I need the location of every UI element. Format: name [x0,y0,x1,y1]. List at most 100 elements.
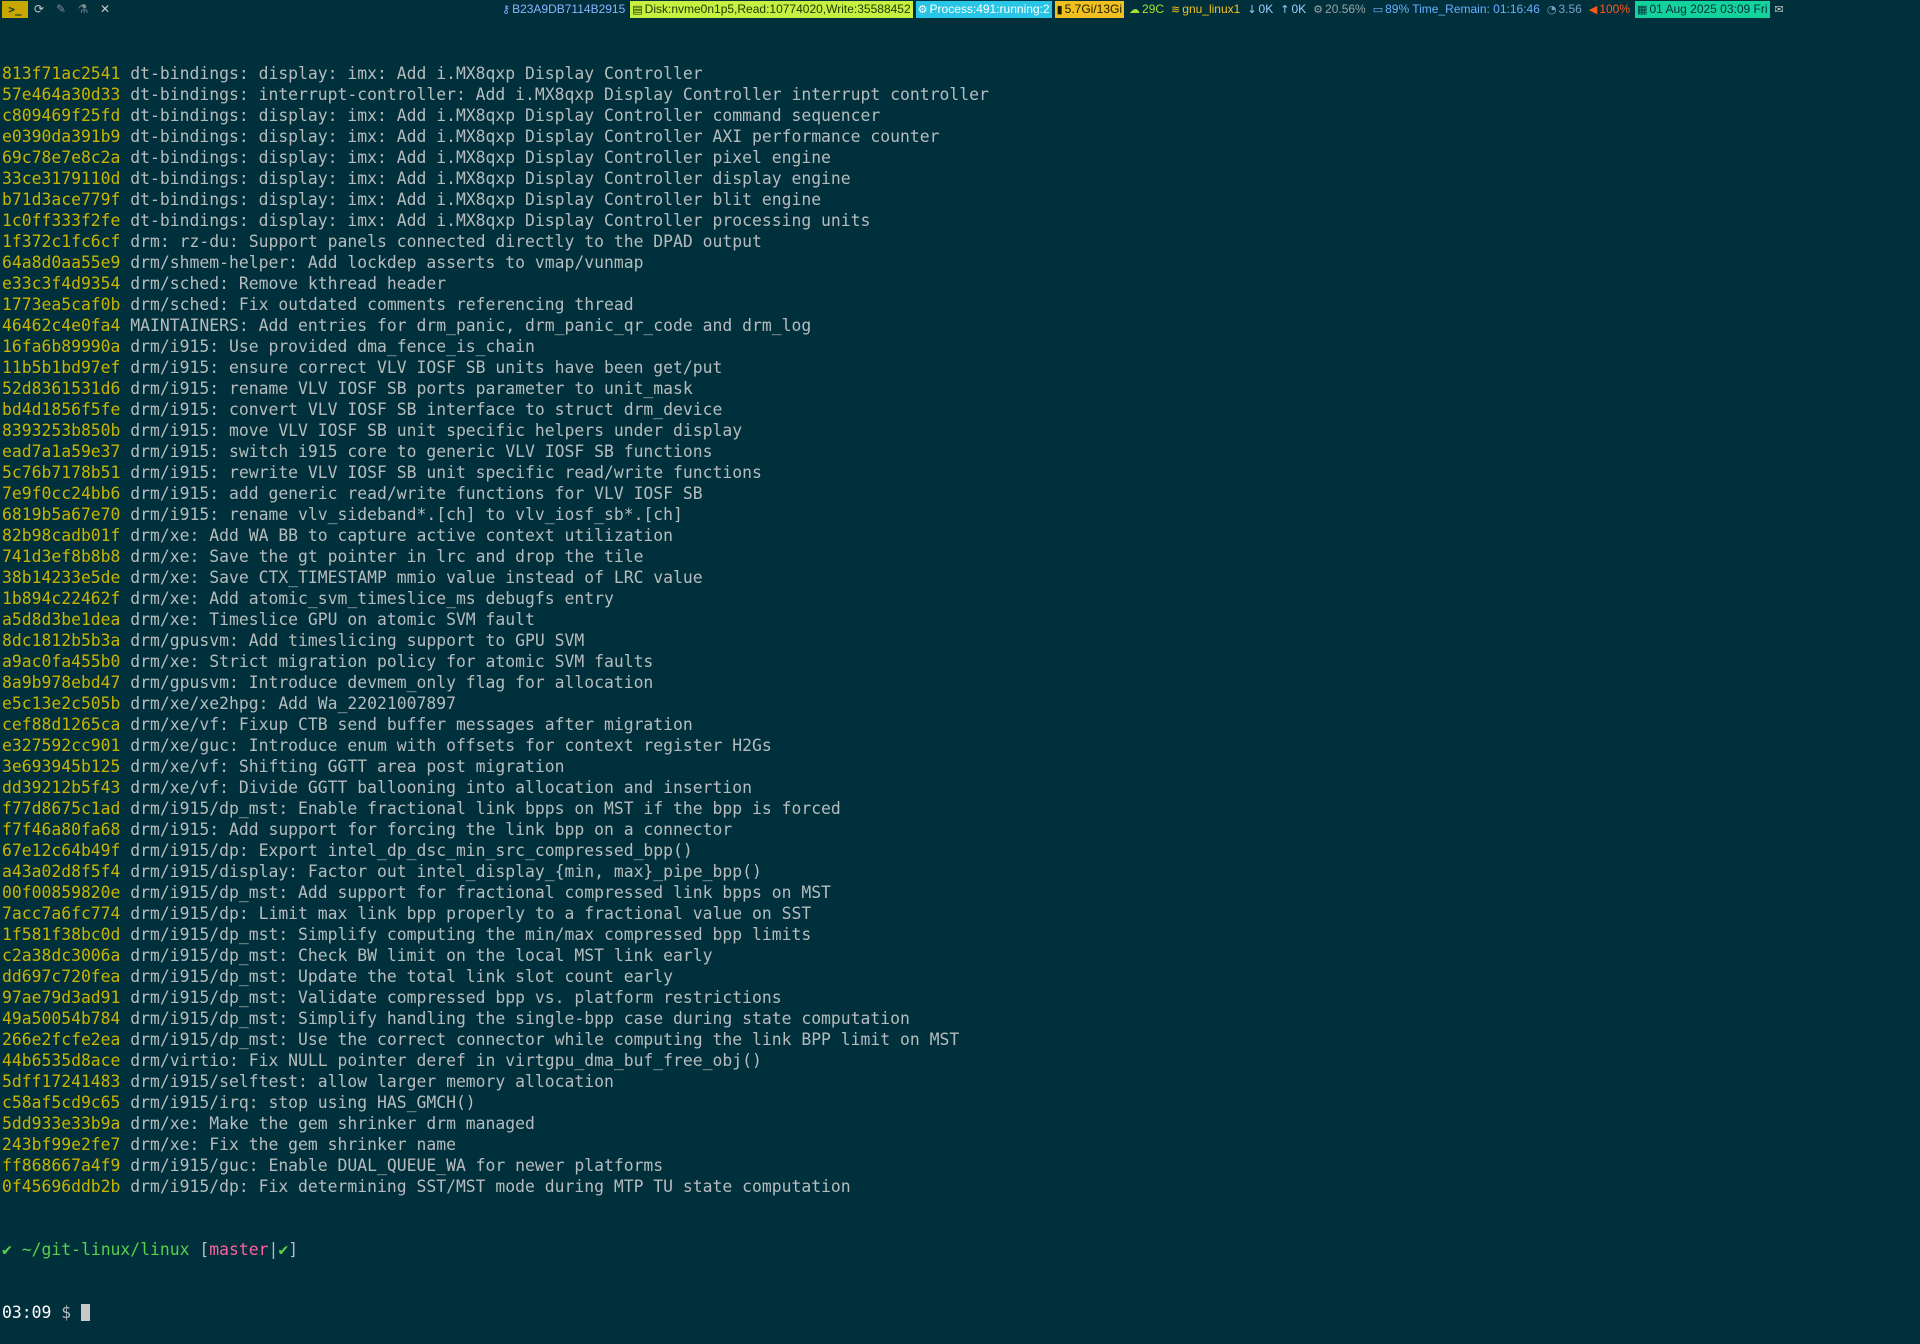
commit-hash: 33ce3179110d [2,169,121,188]
commit-hash: e327592cc901 [2,736,121,755]
commit-hash: 16fa6b89990a [2,337,121,356]
git-status-mark: ✔ [278,1240,289,1259]
commit-line: 44b6535d8ace drm/virtio: Fix NULL pointe… [2,1050,1918,1071]
commit-line: dd39212b5f43 drm/xe/vf: Divide GGTT ball… [2,777,1918,798]
commit-message: drm/xe: Add atomic_svm_timeslice_ms debu… [130,589,614,608]
disk-icon: ▤ [632,3,643,16]
commit-line: 6819b5a67e70 drm/i915: rename vlv_sideba… [2,504,1918,525]
network-widget[interactable]: ≋ gnu_linux1 [1169,1,1242,18]
commit-line: 1b894c22462f drm/xe: Add atomic_svm_time… [2,588,1918,609]
commit-hash: bd4d1856f5fe [2,400,121,419]
commit-message: drm/i915/guc: Enable DUAL_QUEUE_WA for n… [130,1156,664,1175]
datetime-widget[interactable]: ▦ 01 Aug 2025 03:09 Fri [1635,1,1770,18]
battery-widget[interactable]: ▭ 89% Time_Remain: 01:16:46 [1371,1,1542,18]
commit-line: c2a38dc3006a drm/i915/dp_mst: Check BW l… [2,945,1918,966]
prompt-info-line: ✔ ~/git-linux/linux [master|✔] [2,1239,1918,1260]
text-cursor[interactable] [80,1304,90,1321]
branch-separator: | [268,1240,279,1259]
mail-widget[interactable]: ✉ [1773,1,1788,18]
commit-line: e0390da391b9 dt-bindings: display: imx: … [2,126,1918,147]
terminal-output[interactable]: 813f71ac2541 dt-bindings: display: imx: … [2,21,1918,1344]
commit-line: cef88d1265ca drm/xe/vf: Fixup CTB send b… [2,714,1918,735]
refresh-icon[interactable]: ⟳ [28,0,50,19]
upload-label: 0K [1291,2,1307,16]
memory-label: 5.7Gi/13Gi [1064,2,1123,16]
commit-message: drm/i915: move VLV IOSF SB unit specific… [130,421,743,440]
prompt-input-line[interactable]: 03:09 $ [2,1302,1918,1323]
datetime-label: 01 Aug 2025 03:09 Fri [1649,2,1768,16]
commit-message: dt-bindings: display: imx: Add i.MX8qxp … [130,211,871,230]
commit-line: 5dd933e33b9a drm/xe: Make the gem shrink… [2,1113,1918,1134]
gpg-key-widget[interactable]: ⚷ B23A9DB7114B2915 [500,1,627,18]
commit-message: drm/i915/selftest: allow larger memory a… [130,1072,614,1091]
process-label: Process:491:running:2 [929,2,1050,16]
commit-hash: 1f372c1fc6cf [2,232,121,251]
commit-message: drm/xe/guc: Introduce enum with offsets … [130,736,772,755]
calendar-icon: ▦ [1637,3,1648,16]
commit-hash: 52d8361531d6 [2,379,121,398]
commit-line: 741d3ef8b8b8 drm/xe: Save the gt pointer… [2,546,1918,567]
disk-widget[interactable]: ▤ Disk:nvme0n1p5,Read:10774020,Write:3558… [630,1,913,18]
commit-hash: c809469f25fd [2,106,121,125]
commit-hash: dd39212b5f43 [2,778,121,797]
commit-message: drm/gpusvm: Introduce devmem_only flag f… [130,673,654,692]
speaker-icon: ◀ [1588,3,1598,16]
commit-line: e5c13e2c505b drm/xe/xe2hpg: Add Wa_22021… [2,693,1918,714]
commit-message: drm/xe/vf: Shifting GGTT area post migra… [130,757,565,776]
commit-message: drm/i915/dp_mst: Simplify handling the s… [130,1009,910,1028]
commit-line: 1f581f38bc0d drm/i915/dp_mst: Simplify c… [2,924,1918,945]
commit-message: drm: rz-du: Support panels connected dir… [130,232,762,251]
tools-icon[interactable]: ✕ [94,0,116,19]
commit-message: drm/i915: ensure correct VLV IOSF SB uni… [130,358,723,377]
flask-icon[interactable]: ⚗ [72,0,94,19]
commit-hash: 97ae79d3ad91 [2,988,121,1007]
commit-line: f7f46a80fa68 drm/i915: Add support for f… [2,819,1918,840]
commit-hash: 46462c4e0fa4 [2,316,121,335]
commit-message: drm/i915: add generic read/write functio… [130,484,703,503]
status-bar: >_ ⟳ ✎ ⚗ ✕ ⚷ B23A9DB7114B2915 ▤ Disk:nvme0… [0,0,1920,19]
download-widget[interactable]: ↓ 0K [1245,1,1275,18]
commit-line: 33ce3179110d dt-bindings: display: imx: … [2,168,1918,189]
gpg-key-label: B23A9DB7114B2915 [512,2,626,16]
prompt-check-mark: ✔ [2,1240,12,1259]
commit-line: 97ae79d3ad91 drm/i915/dp_mst: Validate c… [2,987,1918,1008]
commit-line: ff868667a4f9 drm/i915/guc: Enable DUAL_Q… [2,1155,1918,1176]
commit-hash: 6819b5a67e70 [2,505,121,524]
commit-hash: 11b5b1bd97ef [2,358,121,377]
commit-line: 7e9f0cc24bb6 drm/i915: add generic read/… [2,483,1918,504]
cpu-widget[interactable]: ⚙ 20.56% [1311,1,1368,18]
memory-widget[interactable]: ▮ 5.7Gi/13Gi [1054,1,1125,18]
commit-hash: 243bf99e2fe7 [2,1135,121,1154]
commit-message: drm/i915/dp_mst: Use the correct connect… [130,1030,960,1049]
commit-line: 0f45696ddb2b drm/i915/dp: Fix determinin… [2,1176,1918,1197]
commit-line: 8dc1812b5b3a drm/gpusvm: Add timeslicing… [2,630,1918,651]
commit-hash: 57e464a30d33 [2,85,121,104]
commit-message: drm/i915/dp_mst: Check BW limit on the l… [130,946,713,965]
memory-chart-icon: ▮ [1056,3,1063,16]
upload-widget[interactable]: ↑ 0K [1278,1,1308,18]
commit-message: drm/xe: Save CTX_TIMESTAMP mmio value in… [130,568,703,587]
commit-line: 3e693945b125 drm/xe/vf: Shifting GGTT ar… [2,756,1918,777]
commit-line: 813f71ac2541 dt-bindings: display: imx: … [2,63,1918,84]
commit-message: dt-bindings: display: imx: Add i.MX8qxp … [130,64,703,83]
commit-line: 57e464a30d33 dt-bindings: interrupt-cont… [2,84,1918,105]
commit-message: drm/xe/vf: Divide GGTT ballooning into a… [130,778,752,797]
commit-hash: c58af5cd9c65 [2,1093,121,1112]
commit-message: drm/xe: Add WA BB to capture active cont… [130,526,674,545]
commit-hash: 82b98cadb01f [2,526,121,545]
commit-hash: 0f45696ddb2b [2,1177,121,1196]
commit-hash: c2a38dc3006a [2,946,121,965]
pen-icon[interactable]: ✎ [50,0,72,19]
commit-message: dt-bindings: interrupt-controller: Add i… [130,85,989,104]
commit-hash: 266e2fcfe2ea [2,1030,121,1049]
terminal-icon[interactable]: >_ [2,1,28,18]
commit-line: 69c78e7e8c2a dt-bindings: display: imx: … [2,147,1918,168]
git-log-list: 813f71ac2541 dt-bindings: display: imx: … [2,63,1918,1197]
commit-hash: f7f46a80fa68 [2,820,121,839]
commit-hash: b71d3ace779f [2,190,121,209]
load-widget[interactable]: ◔ 3.56 [1545,1,1584,18]
volume-widget[interactable]: ◀ 100% [1587,1,1632,18]
commit-hash: 8393253b850b [2,421,121,440]
temperature-widget[interactable]: ☁ 29C [1127,1,1166,18]
process-widget[interactable]: ⚙ Process:491:running:2 [915,1,1052,18]
